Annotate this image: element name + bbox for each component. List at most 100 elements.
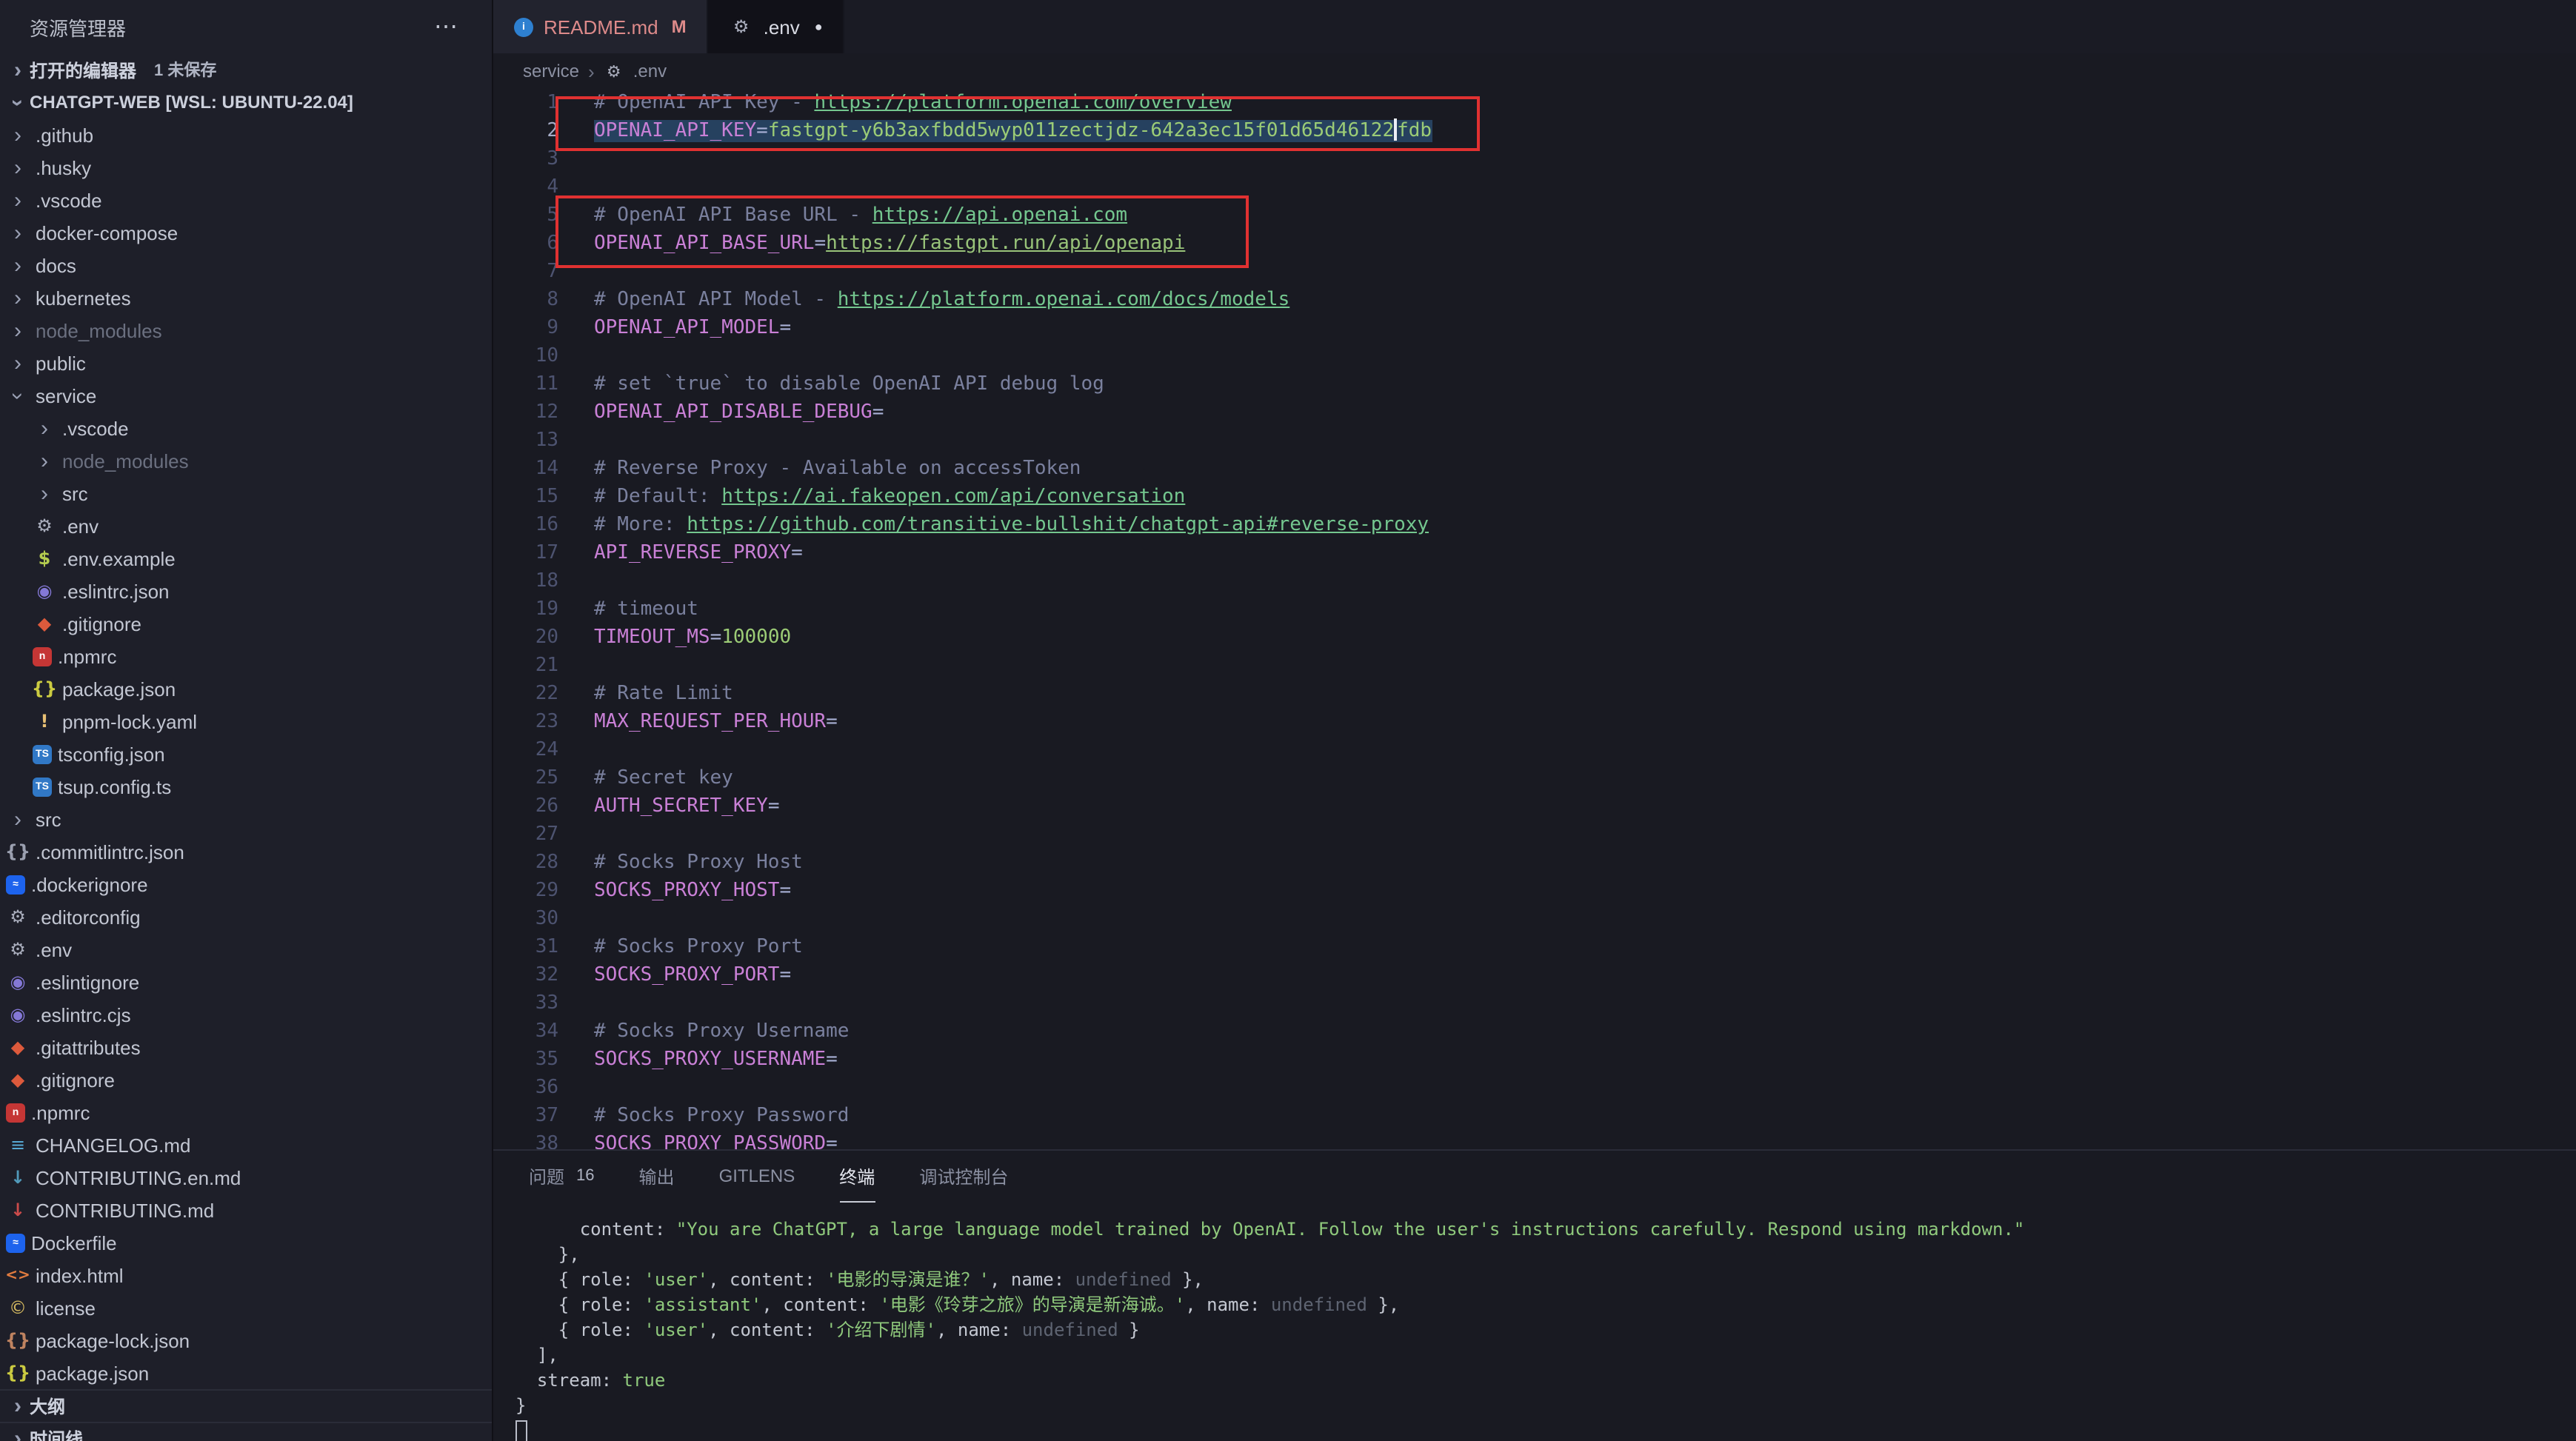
code-line-25[interactable]: # Secret key [594,764,2576,792]
code-line-35[interactable]: SOCKS_PROXY_USERNAME= [594,1046,2576,1074]
tree-file-CONTRIBUTING.md[interactable]: ↓CONTRIBUTING.md [0,1194,492,1226]
code-line-10[interactable] [594,342,2576,370]
tree-folder-src[interactable]: ›src [0,803,492,835]
tree-file-Dockerfile[interactable]: ≈Dockerfile [0,1226,492,1259]
more-actions-icon[interactable]: ⋯ [434,12,459,41]
tree-folder-.husky[interactable]: ›.husky [0,151,492,184]
code-line-18[interactable] [594,567,2576,595]
tree-file-package.json[interactable]: {}package.json [0,1357,492,1389]
tree-file-index.html[interactable]: <>index.html [0,1259,492,1291]
code-line-37[interactable]: # Socks Proxy Password [594,1102,2576,1130]
tree-folder-.github[interactable]: ›.github [0,118,492,151]
tree-file-.npmrc[interactable]: n.npmrc [0,640,492,672]
tree-file-tsconfig.json[interactable]: TStsconfig.json [0,738,492,770]
code-line-15[interactable]: # Default: https://ai.fakeopen.com/api/c… [594,483,2576,511]
tree-file-.gitignore[interactable]: ◆.gitignore [0,607,492,640]
tree-file-.gitignore[interactable]: ◆.gitignore [0,1063,492,1096]
tree-file-.eslintignore[interactable]: ◉.eslintignore [0,966,492,998]
code-line-31[interactable]: # Socks Proxy Port [594,933,2576,961]
tree-folder-src[interactable]: ›src [0,477,492,509]
code-line-24[interactable] [594,736,2576,764]
code-line-5[interactable]: # OpenAI API Base URL - https://api.open… [594,201,2576,230]
code-line-8[interactable]: # OpenAI API Model - https://platform.op… [594,286,2576,314]
tree-file-CONTRIBUTING.en.md[interactable]: ↓CONTRIBUTING.en.md [0,1161,492,1194]
code-line-33[interactable] [594,989,2576,1017]
tree-file-.env[interactable]: ⚙.env [0,509,492,542]
code-line-16[interactable]: # More: https://github.com/transitive-bu… [594,511,2576,539]
code-line-12[interactable]: OPENAI_API_DISABLE_DEBUG= [594,398,2576,427]
code-line-11[interactable]: # set `true` to disable OpenAI API debug… [594,370,2576,398]
tree-folder-docs[interactable]: › docs [0,249,492,281]
code-line-32[interactable]: SOCKS_PROXY_PORT= [594,961,2576,989]
code-line-38[interactable]: SOCKS_PROXY_PASSWORD= [594,1130,2576,1149]
panel-tab-调试控制台[interactable]: 调试控制台 [919,1151,1008,1203]
outline-header[interactable]: › 大纲 [0,1389,492,1422]
code-line-27[interactable] [594,820,2576,849]
docker-icon: ≈ [6,875,25,894]
tree-folder-kubernetes[interactable]: ›kubernetes [0,281,492,314]
code-line-21[interactable] [594,652,2576,680]
tree-file-.eslintrc.cjs[interactable]: ◉.eslintrc.cjs [0,998,492,1031]
tree-file-tsup.config.ts[interactable]: TStsup.config.ts [0,770,492,803]
code-line-14[interactable]: # Reverse Proxy - Available on accessTok… [594,455,2576,483]
tree-folder-.vscode[interactable]: ›.vscode [0,412,492,444]
code-line-9[interactable]: OPENAI_API_MODEL= [594,314,2576,342]
code-line-1[interactable]: # OpenAI API Key - https://platform.open… [594,89,2576,117]
code-line-28[interactable]: # Socks Proxy Host [594,849,2576,877]
code-line-3[interactable] [594,145,2576,173]
tree-file-CHANGELOG.md[interactable]: ≡CHANGELOG.md [0,1129,492,1161]
code-line-17[interactable]: API_REVERSE_PROXY= [594,539,2576,567]
code-line-22[interactable]: # Rate Limit [594,680,2576,708]
code-line-4[interactable] [594,173,2576,201]
panel-tab-终端[interactable]: 终端 [839,1151,875,1203]
code-line-34[interactable]: # Socks Proxy Username [594,1017,2576,1046]
tree-file-.commitlintrc.json[interactable]: {}.commitlintrc.json [0,835,492,868]
tree-folder-docker-compose[interactable]: ›docker-compose [0,216,492,249]
open-editors-header[interactable]: › 打开的编辑器 1 未保存 [0,53,492,86]
code-line-13[interactable] [594,427,2576,455]
tree-folder-service[interactable]: ›service [0,379,492,412]
editor-tab-.env[interactable]: ⚙.env● [709,0,845,53]
panel-tab-GITLENS[interactable]: GITLENS [719,1151,795,1203]
terminal-token: } [515,1395,526,1416]
code-line-23[interactable]: MAX_REQUEST_PER_HOUR= [594,708,2576,736]
chevron-right-icon: › [6,254,30,276]
code-line-36[interactable] [594,1074,2576,1102]
tree-file-package.json[interactable]: {}package.json [0,672,492,705]
editor-pane[interactable]: 1234567891011121314151617181920212223242… [493,89,2576,1149]
tree-item-label: tsconfig.json [58,743,165,765]
tree-file-package-lock.json[interactable]: {}package-lock.json [0,1324,492,1357]
tree-file-.gitattributes[interactable]: ◆.gitattributes [0,1031,492,1063]
terminal-token: }, [1367,1294,1399,1315]
panel-tab-输出[interactable]: 输出 [639,1151,675,1203]
panel-tab-问题[interactable]: 问题16 [529,1151,595,1203]
code-line-26[interactable]: AUTH_SECRET_KEY= [594,792,2576,820]
tree-folder-node_modules[interactable]: ›node_modules [0,314,492,347]
code-line-30[interactable] [594,905,2576,933]
tree-folder-public[interactable]: ›public [0,347,492,379]
breadcrumb-item[interactable]: service [523,61,579,81]
workspace-header[interactable]: › CHATGPT-WEB [WSL: UBUNTU-22.04] [0,86,492,118]
tree-file-.eslintrc.json[interactable]: ◉.eslintrc.json [0,575,492,607]
tree-folder-node_modules[interactable]: ›node_modules [0,444,492,477]
tree-file-.dockerignore[interactable]: ≈.dockerignore [0,868,492,900]
code-line-29[interactable]: SOCKS_PROXY_HOST= [594,877,2576,905]
tree-file-.npmrc[interactable]: n.npmrc [0,1096,492,1129]
tree-file-.editorconfig[interactable]: ⚙.editorconfig [0,900,492,933]
breadcrumb-item[interactable]: .env [633,61,667,81]
braces-gray-icon: {} [6,840,30,863]
tree-file-.env[interactable]: ⚙.env [0,933,492,966]
code-line-7[interactable] [594,258,2576,286]
tree-folder-.vscode[interactable]: ›.vscode [0,184,492,216]
tree-file-pnpm-lock.yaml[interactable]: !pnpm-lock.yaml [0,705,492,738]
tree-file-license[interactable]: ©license [0,1291,492,1324]
editor-tab-README.md[interactable]: iREADME.mdM [493,0,709,53]
code-line-2[interactable]: OPENAI_API_KEY=fastgpt-y6b3axfbdd5wyp011… [594,117,2576,145]
tree-file-.env.example[interactable]: $.env.example [0,542,492,575]
timeline-header[interactable]: › 时间线 [0,1422,492,1441]
code-line-20[interactable]: TIMEOUT_MS=100000 [594,623,2576,652]
code-line-19[interactable]: # timeout [594,595,2576,623]
tree-item-label: docs [36,254,76,276]
terminal-output[interactable]: content: "You are ChatGPT, a large langu… [493,1203,2576,1441]
code-line-6[interactable]: OPENAI_API_BASE_URL=https://fastgpt.run/… [594,230,2576,258]
